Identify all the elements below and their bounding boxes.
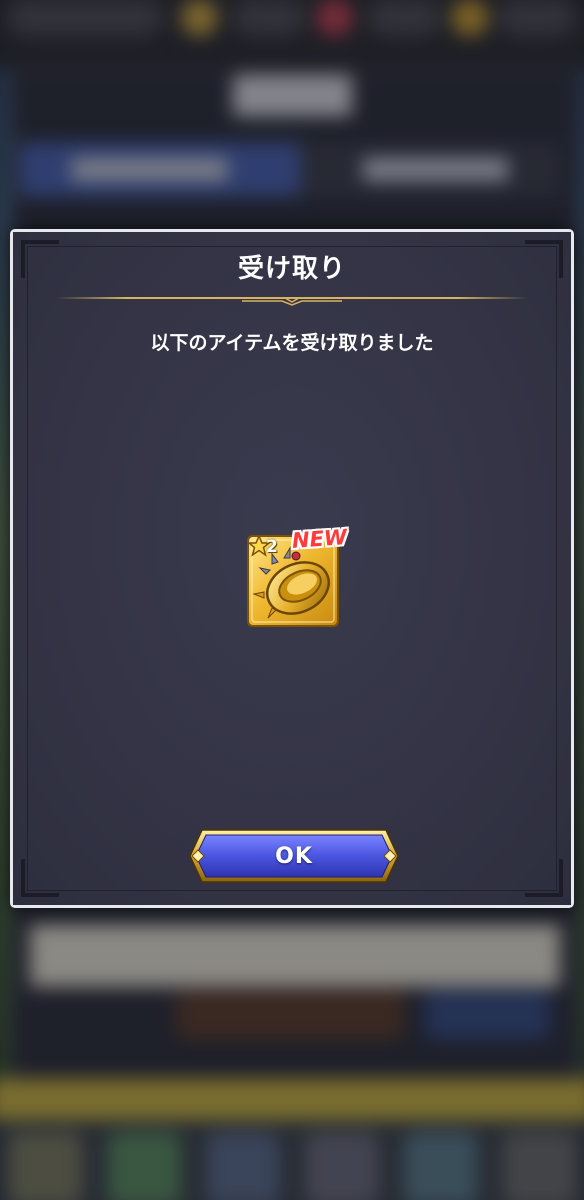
rarity-number: 2 <box>266 537 278 557</box>
title-divider <box>56 297 528 306</box>
dialog-message: 以下のアイテムを受け取りました <box>150 332 434 354</box>
ok-button-label: OK <box>275 843 313 869</box>
dialog-title: 受け取り <box>237 254 346 284</box>
frame-corner-ornament <box>525 859 563 897</box>
receive-dialog: 受け取り 以下のアイテムを受け取りました 2 NEW OK <box>10 229 574 908</box>
new-badge: NEW <box>291 525 348 553</box>
frame-corner-ornament <box>21 859 59 897</box>
ok-button[interactable]: OK <box>188 828 400 884</box>
